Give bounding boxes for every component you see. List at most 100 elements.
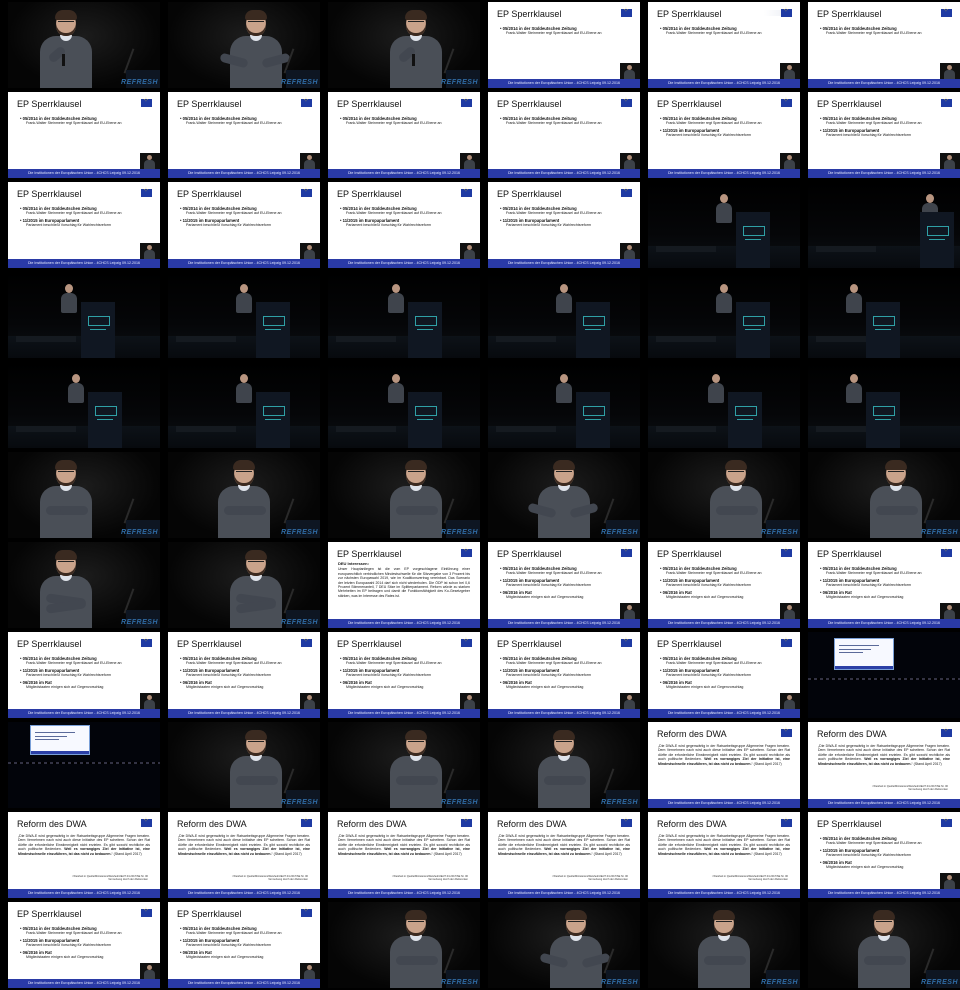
slide-bullet-list: • 05/2014 in der Süddeutschen Zeitung Fra… (660, 566, 790, 602)
video-frame-thumbnail[interactable] (808, 272, 960, 358)
video-frame-thumbnail[interactable] (168, 272, 320, 358)
slide-footer: Die Institutionen der Europäischen Union… (488, 169, 640, 178)
slide-bullet-item: • 05/2014 in der Süddeutschen Zeitung Fra… (660, 656, 790, 666)
video-frame-thumbnail[interactable]: EP Sperrklausel • 05/2014 in der Süddeuts… (328, 632, 480, 718)
video-frame-thumbnail[interactable]: EP Sperrklausel • 05/2014 in der Süddeuts… (648, 632, 800, 718)
video-frame-thumbnail[interactable] (648, 182, 800, 268)
eu-flag-icon (301, 186, 312, 197)
speaker-sweater (39, 36, 92, 88)
video-frame-thumbnail[interactable]: EP Sperrklausel • 05/2014 in der Süddeuts… (488, 92, 640, 178)
video-frame-thumbnail[interactable]: REFRESH (8, 2, 160, 88)
video-frame-thumbnail[interactable] (808, 182, 960, 268)
video-frame-thumbnail[interactable]: Reform des DWA „Die DWA-E wird gegenwärti… (808, 722, 960, 808)
video-frame-thumbnail[interactable]: REFRESH (648, 902, 800, 988)
video-frame-thumbnail[interactable] (8, 722, 160, 808)
video-frame-thumbnail[interactable] (8, 362, 160, 448)
video-frame-thumbnail[interactable] (328, 272, 480, 358)
video-frame-thumbnail[interactable] (808, 362, 960, 448)
video-frame-thumbnail[interactable]: EP Sperrklausel • 05/2014 in der Süddeuts… (328, 92, 480, 178)
video-frame-thumbnail[interactable] (8, 272, 160, 358)
video-frame-thumbnail[interactable]: EP Sperrklausel • 05/2014 in der Süddeuts… (328, 182, 480, 268)
video-frame-thumbnail[interactable]: Reform des DWA „Die DWA-E wird gegenwärti… (488, 812, 640, 898)
footnote-line: Vermerkung durch den Referenten (108, 878, 148, 881)
video-frame-thumbnail[interactable]: Reform des DWA „Die DWA-E wird gegenwärti… (648, 722, 800, 808)
speaker-head (560, 284, 568, 293)
video-frame-thumbnail[interactable]: REFRESH (8, 452, 160, 538)
video-frame-thumbnail[interactable]: EP Sperrklausel • 05/2014 in der Süddeuts… (168, 902, 320, 988)
video-frame-thumbnail[interactable]: EP Sperrklausel • 05/2014 in der Süddeuts… (168, 92, 320, 178)
video-frame-thumbnail[interactable]: EP Sperrklausel • 05/2014 in der Süddeuts… (8, 92, 160, 178)
video-frame-thumbnail[interactable]: REFRESH (648, 452, 800, 538)
video-frame-thumbnail[interactable]: Reform des DWA „Die DWA-E wird gegenwärti… (328, 812, 480, 898)
video-frame-thumbnail[interactable]: EP Sperrklausel • 05/2014 in der Süddeuts… (808, 92, 960, 178)
video-frame-thumbnail[interactable]: EP Sperrklausel • 05/2014 in der Süddeuts… (8, 632, 160, 718)
video-frame-thumbnail[interactable]: EP Sperrklausel • 05/2014 in der Süddeuts… (168, 182, 320, 268)
video-frame-thumbnail[interactable]: EP Sperrklausel • 05/2014 in der Süddeuts… (488, 2, 640, 88)
speaker-glasses (556, 471, 572, 475)
video-frame-thumbnail[interactable] (488, 272, 640, 358)
speaker-glasses (57, 21, 74, 25)
video-frame-thumbnail[interactable]: EP Sperrklausel • 05/2014 in der Süddeuts… (488, 542, 640, 628)
speaker-figure-small (555, 374, 573, 403)
video-frame-thumbnail[interactable] (808, 632, 960, 718)
slide-footer: Die Institutionen der Europäischen Union… (488, 889, 640, 898)
video-frame-thumbnail[interactable]: REFRESH (168, 542, 320, 628)
video-frame-thumbnail[interactable]: REFRESH (808, 452, 960, 538)
speaker-head (627, 605, 632, 610)
eu-flag-icon (941, 6, 952, 17)
speaker-head (947, 875, 952, 880)
slide-bullet-item: • 11/2015 im Europaparlament Parlament be… (500, 578, 630, 588)
slide-quote: „Die DWA-E wird gegenwärtig in der Ratsa… (658, 834, 790, 856)
video-frame-thumbnail[interactable]: REFRESH (488, 902, 640, 988)
video-frame-thumbnail[interactable]: REFRESH (488, 452, 640, 538)
video-frame-thumbnail[interactable]: EP Sperrklausel • 05/2014 in der Süddeuts… (8, 902, 160, 988)
video-frame-thumbnail[interactable]: EP Sperrklausel • 05/2014 in der Süddeuts… (808, 542, 960, 628)
video-frame-thumbnail[interactable] (168, 362, 320, 448)
video-frame-thumbnail[interactable] (488, 362, 640, 448)
bullet-subtext: Mitgliedstaaten einigen sich auf Gegenvo… (666, 685, 744, 689)
video-frame-thumbnail[interactable] (648, 362, 800, 448)
slide-title: EP Sperrklausel (817, 99, 882, 109)
bullet-subtext: Parlament beschließt Vorschlag für Wahlr… (186, 943, 271, 947)
video-frame-thumbnail[interactable]: REFRESH (168, 452, 320, 538)
slide-bullet-item: • 05/2014 in der Süddeutschen Zeitung Fra… (660, 26, 790, 36)
slide-footer: Die Institutionen der Europäischen Union… (808, 169, 960, 178)
video-frame-thumbnail[interactable]: EP Sperrklausel • 05/2014 in der Süddeuts… (8, 182, 160, 268)
speaker-head (720, 284, 728, 293)
video-frame-thumbnail[interactable]: EP Sperrklausel • 05/2014 in der Süddeuts… (808, 812, 960, 898)
slide-bullet-item: • 06/2016 im Rat Mitgliedstaaten einigen … (820, 590, 950, 600)
video-frame-thumbnail[interactable]: EP Sperrklausel • 05/2014 in der Süddeuts… (488, 182, 640, 268)
video-frame-thumbnail[interactable]: EP Sperrklausel DEU Interessen:Unser Haup… (328, 542, 480, 628)
video-frame-thumbnail[interactable]: REFRESH (168, 722, 320, 808)
slide-bullet-item: • 05/2014 in der Süddeutschen Zeitung Fra… (820, 26, 950, 36)
screen-text-line (839, 652, 863, 653)
video-frame-thumbnail[interactable]: EP Sperrklausel • 05/2014 in der Süddeuts… (648, 542, 800, 628)
video-frame-thumbnail[interactable]: REFRESH (328, 722, 480, 808)
video-frame-thumbnail[interactable]: REFRESH (488, 722, 640, 808)
video-frame-thumbnail[interactable]: Reform des DWA „Die DWA-E wird gegenwärti… (8, 812, 160, 898)
slide-bullet-list: • 05/2014 in der Süddeutschen Zeitung Fra… (180, 926, 310, 962)
video-frame-thumbnail[interactable]: REFRESH (8, 542, 160, 628)
video-frame-thumbnail[interactable]: EP Sperrklausel • 05/2014 in der Süddeuts… (648, 92, 800, 178)
video-frame-thumbnail[interactable]: REFRESH (328, 902, 480, 988)
video-frame-thumbnail[interactable]: EP Sperrklausel • 05/2014 in der Süddeuts… (648, 2, 800, 88)
speaker-sweater (236, 383, 252, 403)
eu-flag-icon (141, 186, 152, 197)
video-frame-thumbnail[interactable] (648, 272, 800, 358)
video-frame-thumbnail[interactable]: REFRESH (328, 452, 480, 538)
video-frame-thumbnail[interactable] (328, 362, 480, 448)
video-frame-thumbnail[interactable]: Reform des DWA „Die DWA-E wird gegenwärti… (648, 812, 800, 898)
eu-flag-icon (941, 726, 952, 737)
slide-bullet-item: • 11/2015 im Europaparlament Parlament be… (660, 668, 790, 678)
video-frame-thumbnail[interactable]: EP Sperrklausel • 05/2014 in der Süddeuts… (488, 632, 640, 718)
video-frame-thumbnail[interactable]: Reform des DWA „Die DWA-E wird gegenwärti… (168, 812, 320, 898)
video-frame-thumbnail[interactable]: REFRESH (168, 2, 320, 88)
slide-footer: Die Institutionen der Europäischen Union… (328, 169, 480, 178)
speaker-head (947, 65, 952, 70)
video-frame-thumbnail[interactable]: EP Sperrklausel • 05/2014 in der Süddeuts… (808, 2, 960, 88)
video-frame-thumbnail[interactable]: EP Sperrklausel • 05/2014 in der Süddeuts… (168, 632, 320, 718)
eu-flag-icon (781, 636, 792, 647)
video-frame-thumbnail[interactable]: REFRESH (328, 2, 480, 88)
speaker-hair (245, 550, 268, 560)
video-frame-thumbnail[interactable]: REFRESH (808, 902, 960, 988)
